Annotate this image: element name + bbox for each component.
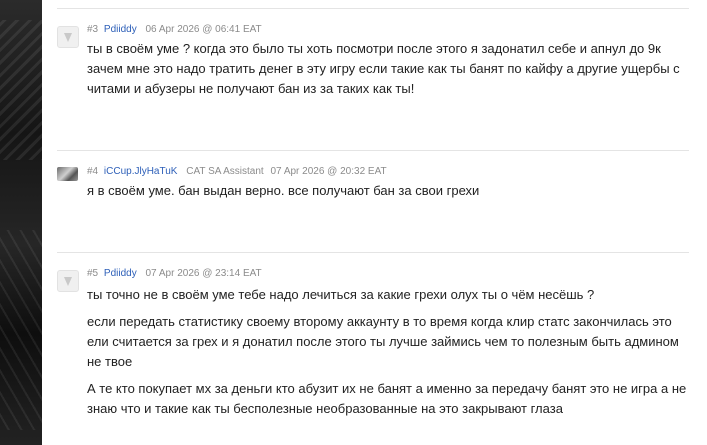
comment-body: ты точно не в своём уме тебе надо лечить… bbox=[87, 285, 687, 426]
comments-thread: #3 Pdiiddy 06 Apr 2026 @ 06:41 EAT ты в … bbox=[42, 0, 707, 445]
comment-number[interactable]: #3 bbox=[87, 24, 98, 35]
avatar[interactable] bbox=[57, 26, 79, 48]
comment-number[interactable]: #4 bbox=[87, 166, 98, 177]
side-background-art bbox=[0, 0, 42, 445]
comment-date: 07 Apr 2026 @ 23:14 EAT bbox=[145, 268, 262, 279]
avatar[interactable] bbox=[57, 167, 78, 181]
comment-date: 07 Apr 2026 @ 20:32 EAT bbox=[270, 166, 387, 177]
comment-post: #3 Pdiiddy 06 Apr 2026 @ 06:41 EAT ты в … bbox=[57, 8, 689, 148]
comment-number[interactable]: #5 bbox=[87, 268, 98, 279]
comment-meta: #3 Pdiiddy 06 Apr 2026 @ 06:41 EAT bbox=[87, 24, 262, 35]
default-avatar-icon bbox=[64, 277, 72, 286]
comment-paragraph: А те кто покупает мх за деньги кто абузи… bbox=[87, 381, 687, 416]
comment-meta: #4 iCCup.JlyHaTuK CAT SA Assistant 07 Ap… bbox=[87, 166, 387, 177]
comment-post: #5 Pdiiddy 07 Apr 2026 @ 23:14 EAT ты то… bbox=[57, 252, 689, 445]
comment-paragraph: ты точно не в своём уме тебе надо лечить… bbox=[87, 287, 595, 302]
comment-meta: #5 Pdiiddy 07 Apr 2026 @ 23:14 EAT bbox=[87, 268, 262, 279]
comment-author-link[interactable]: Pdiiddy bbox=[104, 24, 137, 35]
comment-body: ты в своём уме ? когда это было ты хоть … bbox=[87, 39, 687, 106]
comment-author-role: CAT SA Assistant bbox=[186, 166, 264, 177]
comment-date: 06 Apr 2026 @ 06:41 EAT bbox=[145, 24, 262, 35]
default-avatar-icon bbox=[64, 33, 72, 42]
comment-author-link[interactable]: Pdiiddy bbox=[104, 268, 137, 279]
comment-post: #4 iCCup.JlyHaTuK CAT SA Assistant 07 Ap… bbox=[57, 150, 689, 252]
comment-paragraph: если передать статистику своему второму … bbox=[87, 314, 679, 369]
comment-author-link[interactable]: iCCup.JlyHaTuK bbox=[104, 166, 178, 177]
comment-paragraph: я в своём уме. бан выдан верно. все полу… bbox=[87, 183, 480, 198]
comment-paragraph: ты в своём уме ? когда это было ты хоть … bbox=[87, 41, 680, 96]
avatar[interactable] bbox=[57, 270, 79, 292]
comment-body: я в своём уме. бан выдан верно. все полу… bbox=[87, 181, 687, 208]
